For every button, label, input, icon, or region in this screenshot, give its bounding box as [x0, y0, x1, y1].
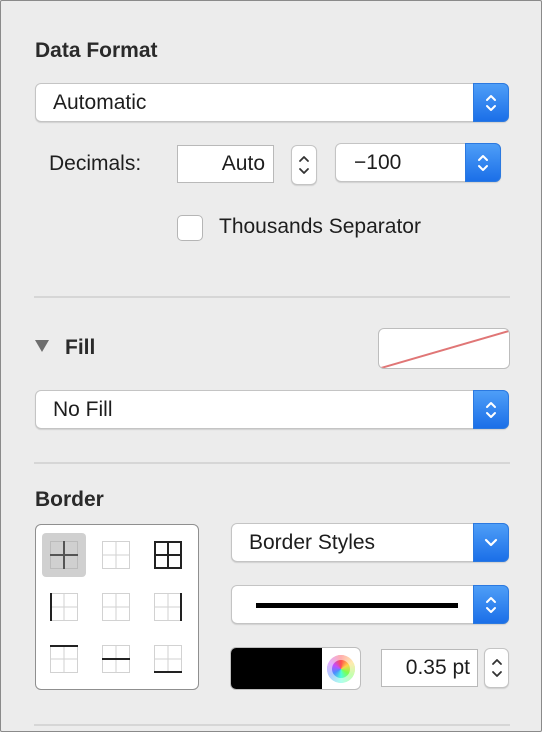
border-all-inner-icon: [50, 541, 78, 569]
thousands-separator-label[interactable]: Thousands Separator: [219, 215, 421, 239]
negative-format-label: −100: [354, 150, 402, 174]
border-width-stepper[interactable]: [484, 648, 509, 688]
section-divider: [34, 724, 510, 726]
decimals-field[interactable]: Auto: [177, 145, 274, 183]
negative-format-popup[interactable]: −100: [335, 143, 501, 182]
popup-arrows-icon: [465, 143, 501, 182]
chevron-down-icon: [473, 523, 509, 562]
fill-type-popup[interactable]: No Fill: [35, 390, 509, 429]
fill-color-well[interactable]: [378, 328, 510, 369]
border-color-swatch: [231, 648, 322, 689]
data-format-popup-label: Automatic: [53, 90, 147, 114]
data-format-title: Data Format: [35, 39, 158, 62]
border-width-value: 0.35 pt: [405, 656, 470, 679]
decimals-label: Decimals:: [49, 152, 142, 175]
border-left-button[interactable]: [42, 585, 86, 629]
stepper-arrows-icon: [491, 659, 502, 677]
popup-arrows-icon: [473, 83, 509, 122]
border-right-button[interactable]: [146, 585, 190, 629]
thousands-separator-checkbox[interactable]: [177, 215, 203, 241]
border-top-button[interactable]: [42, 637, 86, 681]
border-all-icon: [154, 541, 182, 569]
format-inspector-panel: Data Format Automatic Decimals: Auto −10…: [0, 0, 542, 732]
border-styles-label: Border Styles: [249, 530, 376, 554]
border-none-icon: [102, 541, 130, 569]
border-line-style-popup[interactable]: [231, 585, 509, 624]
border-all-inner-button[interactable]: [42, 533, 86, 577]
border-inner-horizontal-icon: [102, 645, 130, 673]
border-left-icon: [50, 593, 78, 621]
disclosure-triangle-icon[interactable]: [34, 339, 50, 358]
border-edge-selector: [35, 524, 199, 690]
data-format-popup[interactable]: Automatic: [35, 83, 509, 122]
border-all-button[interactable]: [146, 533, 190, 577]
border-title: Border: [35, 488, 104, 511]
section-divider: [34, 296, 510, 298]
border-styles-popup[interactable]: Border Styles: [231, 523, 509, 562]
fill-type-label: No Fill: [53, 397, 113, 421]
border-right-icon: [154, 593, 182, 621]
border-bottom-icon: [154, 645, 182, 673]
color-wheel-icon[interactable]: [327, 655, 355, 683]
border-inner-vertical-icon: [102, 593, 130, 621]
border-none-button[interactable]: [94, 533, 138, 577]
fill-title: Fill: [65, 336, 96, 359]
popup-arrows-icon: [473, 585, 509, 624]
border-bottom-button[interactable]: [146, 637, 190, 681]
decimals-stepper[interactable]: [291, 145, 317, 185]
decimals-field-value: Auto: [221, 152, 265, 175]
border-top-icon: [50, 645, 78, 673]
border-color-well[interactable]: [230, 647, 361, 690]
border-inner-horizontal-button[interactable]: [94, 637, 138, 681]
popup-arrows-icon: [473, 390, 509, 429]
border-inner-vertical-button[interactable]: [94, 585, 138, 629]
solid-line-style-icon: [256, 603, 458, 608]
section-divider: [34, 462, 510, 464]
stepper-arrows-icon: [299, 156, 309, 174]
border-width-field[interactable]: 0.35 pt: [381, 649, 478, 687]
no-fill-swatch-icon: [380, 330, 509, 368]
